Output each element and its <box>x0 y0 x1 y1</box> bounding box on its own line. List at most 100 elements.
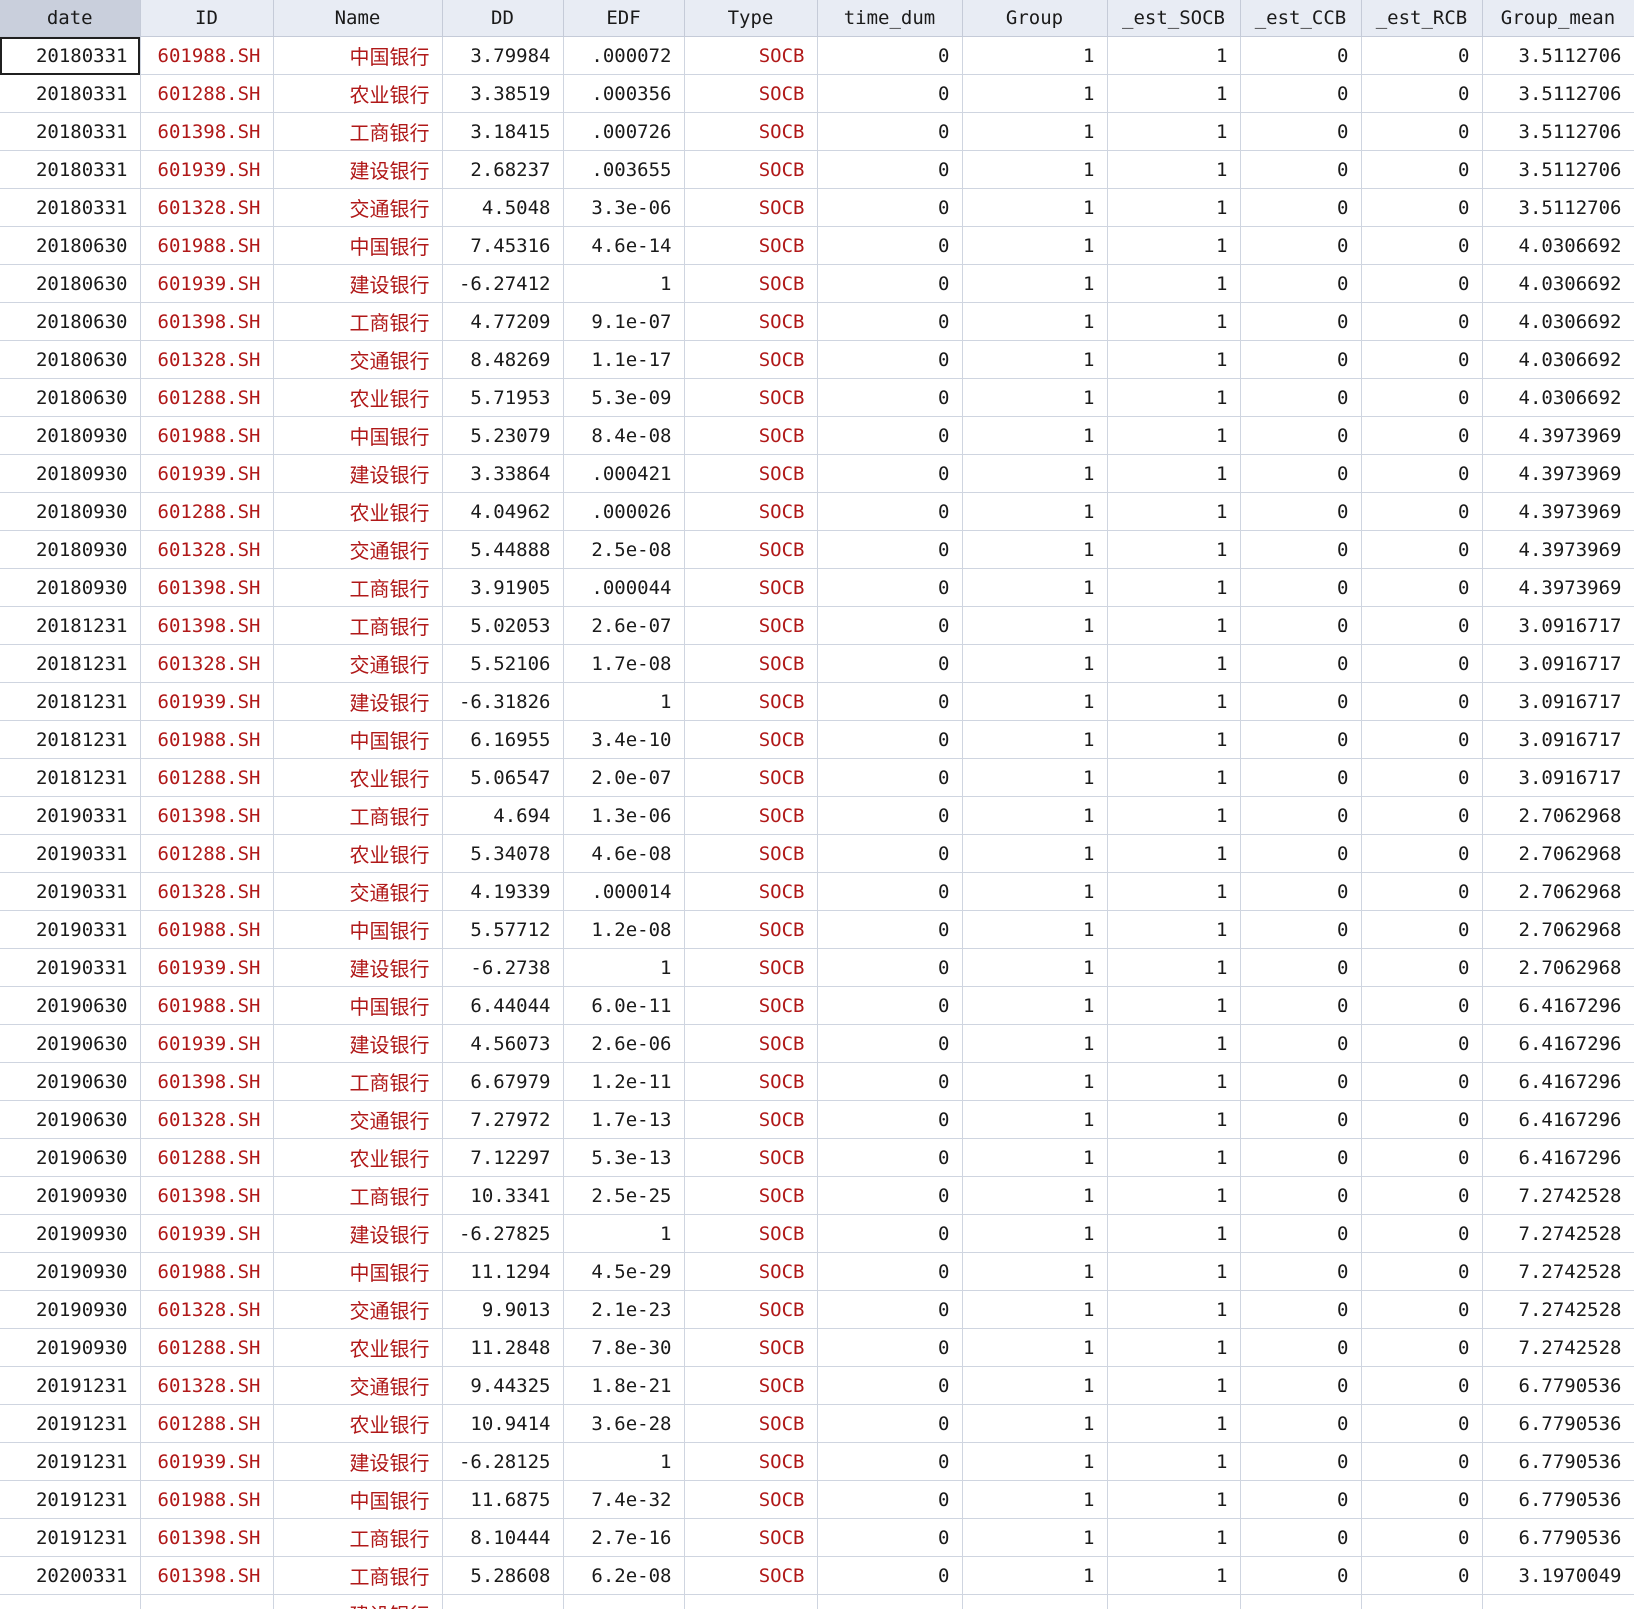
cell-date[interactable]: 20191231 <box>0 1442 141 1481</box>
cell-time_dum[interactable]: 0 <box>817 1100 963 1139</box>
table-row[interactable]: 20191231 601398.SH 工商银行 8.10444 2.7e-16 SOCB 0… <box>0 1518 1634 1557</box>
cell-est_socb[interactable]: 1 <box>1107 1252 1241 1291</box>
column-header-type[interactable]: Type <box>684 0 818 37</box>
cell-group[interactable]: 1 <box>962 796 1108 835</box>
cell-est_rcb[interactable]: 0 <box>1361 264 1483 303</box>
cell-est_socb[interactable]: 1 <box>1107 302 1241 341</box>
cell-name[interactable]: 农业银行 <box>273 492 443 531</box>
cell-group_mean[interactable]: 4.0306692 <box>1482 264 1634 303</box>
cell-id[interactable]: 601328.SH <box>140 1100 274 1139</box>
cell-edf[interactable]: 1.8e-21 <box>563 1366 685 1405</box>
cell-est_socb[interactable]: 1 <box>1107 606 1241 645</box>
cell-type[interactable]: SOCB <box>684 720 818 759</box>
cell-est_rcb[interactable]: 0 <box>1361 378 1483 417</box>
cell-group_mean[interactable]: 4.0306692 <box>1482 226 1634 265</box>
cell-name[interactable]: 农业银行 <box>273 1328 443 1367</box>
cell-est_socb[interactable]: 1 <box>1107 264 1241 303</box>
cell-est_socb[interactable]: 1 <box>1107 1328 1241 1367</box>
cell-est_socb[interactable]: 1 <box>1107 226 1241 265</box>
cell-name[interactable]: 建设银行 <box>273 1442 443 1481</box>
cell-date[interactable]: 20190630 <box>0 1138 141 1177</box>
cell-type[interactable]: SOCB <box>684 302 818 341</box>
cell-edf[interactable]: 1 <box>563 264 685 303</box>
cell-group_mean[interactable]: 6.4167296 <box>1482 986 1634 1025</box>
cell-date[interactable]: 20190930 <box>0 1290 141 1329</box>
cell-est_socb[interactable]: 1 <box>1107 568 1241 607</box>
cell-edf[interactable]: 2.1e-23 <box>563 1290 685 1329</box>
cell-group_mean[interactable]: 3.1970049 <box>1482 1556 1634 1595</box>
cell-name[interactable]: 中国银行 <box>273 226 443 265</box>
cell-time_dum[interactable]: 0 <box>817 188 963 227</box>
cell-group[interactable]: 1 <box>962 1290 1108 1329</box>
table-row[interactable]: 20190331 601939.SH 建设银行 -6.2738 1 SOCB 0 1 1 0 0 2.… <box>0 948 1634 987</box>
table-row[interactable]: 20190331 601288.SH 农业银行 5.34078 4.6e-08 SOCB 0… <box>0 834 1634 873</box>
cell-time_dum[interactable]: 0 <box>817 74 963 113</box>
cell-time_dum[interactable]: 0 <box>817 36 963 75</box>
cell-edf[interactable]: 1 <box>563 1214 685 1253</box>
cell-edf[interactable]: .000072 <box>563 36 685 75</box>
cell-date[interactable]: 20190930 <box>0 1252 141 1291</box>
cell-est_rcb[interactable]: 0 <box>1361 948 1483 987</box>
data-editor-grid[interactable]: date ID Name DD EDF Type time_dum Group _est_SOC… <box>0 0 1634 1609</box>
cell-id[interactable]: 601328.SH <box>140 530 274 569</box>
cell-id[interactable]: 601328.SH <box>140 340 274 379</box>
cell-edf[interactable]: 3.3e-06 <box>563 188 685 227</box>
cell-time_dum[interactable]: 0 <box>817 302 963 341</box>
cell-group[interactable]: 1 <box>962 1252 1108 1291</box>
cell-est_rcb[interactable]: 0 <box>1361 36 1483 75</box>
cell-date[interactable]: 20190331 <box>0 872 141 911</box>
table-row[interactable]: 20190930 601328.SH 交通银行 9.9013 2.1e-23 SOCB 0 1… <box>0 1290 1634 1329</box>
cell-edf[interactable]: .000044 <box>563 568 685 607</box>
cell-est_socb[interactable]: 1 <box>1107 36 1241 75</box>
table-row[interactable]: 20191231 601288.SH 农业银行 10.9414 3.6e-28 SOCB 0… <box>0 1404 1634 1443</box>
cell-name[interactable]: 建设银行 <box>273 1214 443 1253</box>
cell-group_mean[interactable]: 4.0306692 <box>1482 340 1634 379</box>
cell-group_mean[interactable]: 6.4167296 <box>1482 1062 1634 1101</box>
cell-type[interactable]: SOCB <box>684 986 818 1025</box>
cell-est_ccb[interactable]: 0 <box>1240 74 1362 113</box>
cell-dd[interactable]: 5.02053 <box>442 606 564 645</box>
cell-est_rcb[interactable]: 0 <box>1361 1138 1483 1177</box>
cell-dd[interactable]: 7.12297 <box>442 1138 564 1177</box>
cell-est_ccb[interactable]: 0 <box>1240 1328 1362 1367</box>
cell-est_rcb[interactable]: 0 <box>1361 188 1483 227</box>
cell-time_dum[interactable]: 0 <box>817 1442 963 1481</box>
cell-name[interactable]: 中国银行 <box>273 986 443 1025</box>
cell-est_socb[interactable]: 1 <box>1107 948 1241 987</box>
cell-type[interactable]: SOCB <box>684 1328 818 1367</box>
cell-dd[interactable] <box>442 1594 564 1609</box>
cell-est_rcb[interactable]: 0 <box>1361 112 1483 151</box>
cell-est_rcb[interactable]: 0 <box>1361 302 1483 341</box>
cell-name[interactable]: 工商银行 <box>273 302 443 341</box>
cell-name[interactable]: 农业银行 <box>273 834 443 873</box>
cell-group_mean[interactable] <box>1482 1594 1634 1609</box>
cell-est_ccb[interactable]: 0 <box>1240 910 1362 949</box>
cell-est_rcb[interactable]: 0 <box>1361 150 1483 189</box>
cell-est_socb[interactable]: 1 <box>1107 644 1241 683</box>
cell-date[interactable]: 20180331 <box>0 74 141 113</box>
cell-group[interactable]: 1 <box>962 188 1108 227</box>
cell-name[interactable]: 农业银行 <box>273 1138 443 1177</box>
cell-type[interactable]: SOCB <box>684 340 818 379</box>
cell-est_ccb[interactable]: 0 <box>1240 1214 1362 1253</box>
cell-est_ccb[interactable]: 0 <box>1240 1442 1362 1481</box>
cell-date[interactable]: 20200331 <box>0 1556 141 1595</box>
cell-est_socb[interactable]: 1 <box>1107 986 1241 1025</box>
cell-id[interactable]: 601398.SH <box>140 1062 274 1101</box>
cell-group_mean[interactable]: 6.7790536 <box>1482 1404 1634 1443</box>
cell-name[interactable]: 工商银行 <box>273 112 443 151</box>
cell-time_dum[interactable]: 0 <box>817 948 963 987</box>
table-row[interactable]: 20181231 601988.SH 中国银行 6.16955 3.4e-10 SOCB 0… <box>0 720 1634 759</box>
cell-id[interactable]: 601398.SH <box>140 568 274 607</box>
cell-id[interactable]: 601398.SH <box>140 112 274 151</box>
cell-name[interactable]: 工商银行 <box>273 1176 443 1215</box>
cell-type[interactable]: SOCB <box>684 1480 818 1519</box>
cell-name[interactable]: 建设银行 <box>273 150 443 189</box>
cell-name[interactable]: 农业银行 <box>273 378 443 417</box>
cell-date[interactable]: 20191231 <box>0 1404 141 1443</box>
cell-group[interactable]: 1 <box>962 1328 1108 1367</box>
cell-est_ccb[interactable]: 0 <box>1240 606 1362 645</box>
table-row[interactable]: 20180331 601398.SH 工商银行 3.18415.000726 SOCB 0… <box>0 112 1634 151</box>
cell-id[interactable]: 601288.SH <box>140 834 274 873</box>
cell-dd[interactable]: 7.27972 <box>442 1100 564 1139</box>
